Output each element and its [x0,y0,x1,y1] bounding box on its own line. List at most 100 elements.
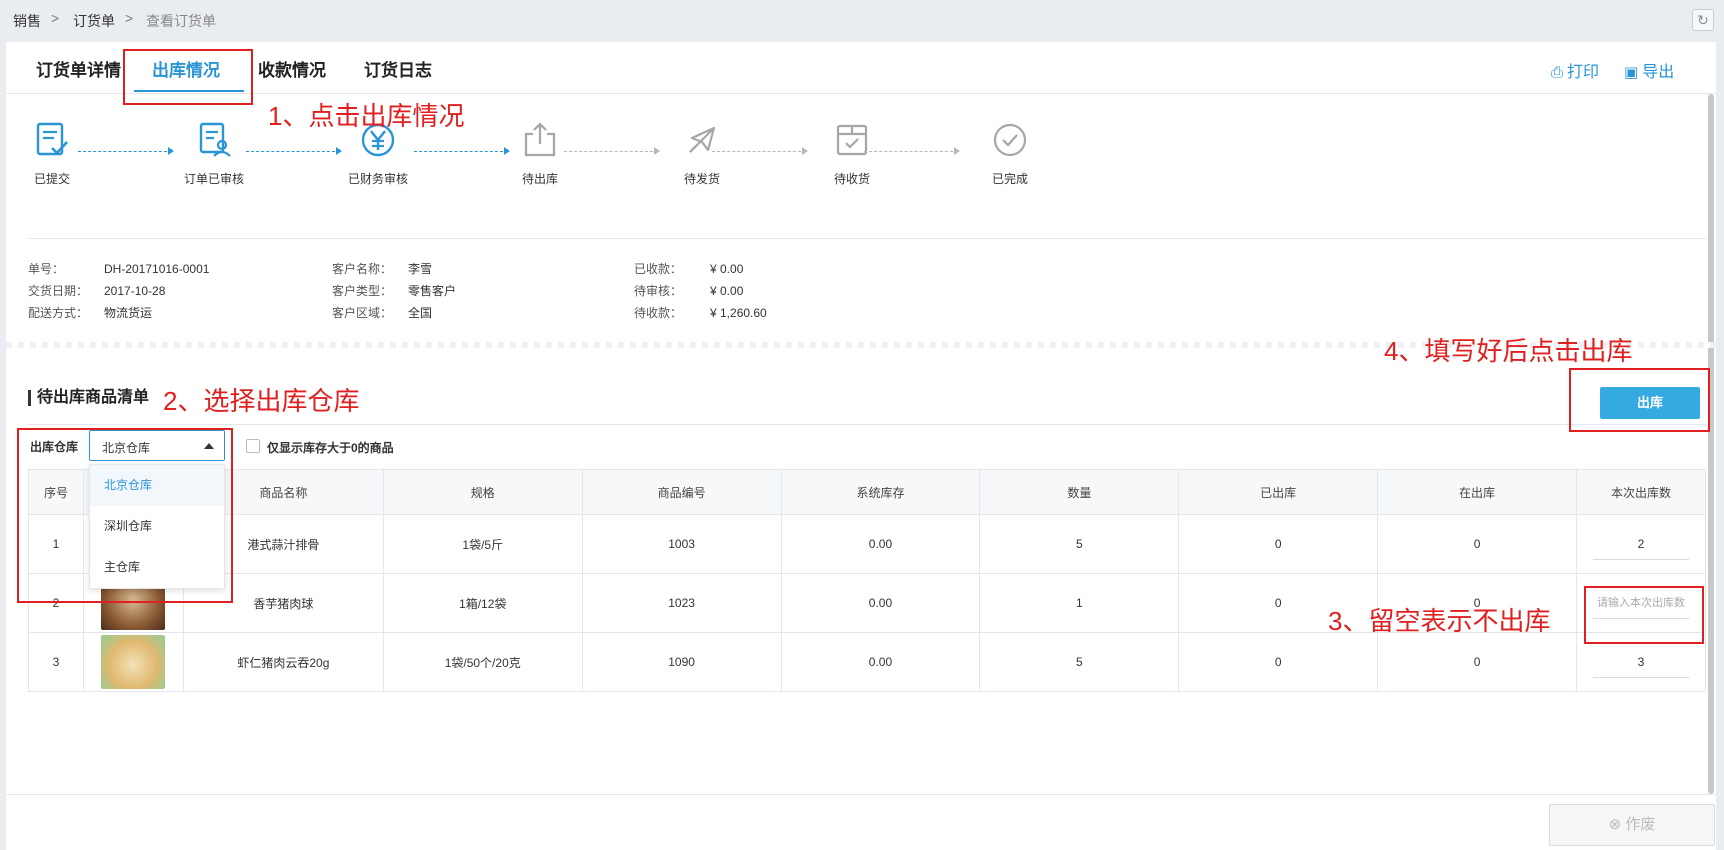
info-value: ¥ 0.00 [710,262,744,276]
breadcrumb-separator: > [51,10,60,26]
void-button[interactable]: ⊗ 作废 [1549,804,1715,846]
section-divider [28,424,1706,425]
export-icon: ▣ [1624,64,1639,81]
tab-order-details[interactable]: 订货单详情 [36,56,121,81]
in-stock-only-checkbox[interactable] [246,439,260,453]
footer-divider [6,794,1716,795]
cell-index: 3 [28,632,84,692]
info-shipping-method: 配送方式： 物流货运 [28,304,152,321]
divider [28,238,1706,239]
annotation-box-ship [1569,368,1710,432]
step-label: 订单已审核 [183,172,244,186]
annotation-step-4: 4、填写好后点击出库 [1384,336,1633,366]
step-completed: 已完成 [960,120,1060,187]
annotation-step-2: 2、选择出库仓库 [163,386,360,416]
info-label: 客户名称： [332,262,393,276]
info-value: 李雪 [408,262,433,276]
cell-shipped: 0 [1178,514,1379,574]
print-label: 打印 [1567,64,1600,81]
cell-spec: 1箱/12袋 [382,573,583,633]
void-label: 作废 [1625,816,1656,833]
col-header-qty: 数量 [979,469,1180,515]
table-row: 1 港式蒜汁排骨 1袋/5斤 1003 0.00 5 0 0 2 [28,514,1707,574]
cell-shipping: 0 [1377,632,1577,692]
share-out-icon [524,122,556,157]
cell-code: 1023 [581,573,782,633]
step-label: 待收货 [833,172,870,186]
breadcrumb-orders[interactable]: 订货单 [73,11,115,31]
cell-shipping: 0 [1377,514,1577,574]
cell-qty: 1 [979,573,1180,633]
step-label: 待出库 [521,172,558,186]
cell-code: 1003 [581,514,782,574]
step-connector [864,147,960,155]
tab-payment-status[interactable]: 收款情况 [258,56,326,81]
cell-spec: 1袋/50个/20克 [382,632,583,692]
info-label: 客户区域： [332,306,393,320]
in-stock-only-label[interactable]: 仅显示库存大于0的商品 [267,439,394,456]
info-label: 交货日期： [28,284,89,298]
step-connector [564,147,660,155]
this-qty-input[interactable]: 2 [1592,528,1689,560]
info-label: 已收款： [634,262,683,276]
topbar: 销售 > 订货单 > 查看订货单 ↻ [0,0,1724,42]
export-label: 导出 [1642,64,1675,81]
box-check-icon [836,124,868,156]
main-panel: 订货单详情 出库情况 收款情况 订货日志 ⎙ 打印 ▣ 导出 已提交 订单已审核… [6,42,1716,850]
info-customer-name: 客户名称： 李雪 [332,260,432,277]
cell-stock: 0.00 [780,573,981,633]
breadcrumb-sales[interactable]: 销售 [13,11,41,31]
info-value: ¥ 1,260.60 [710,306,767,320]
step-pending-outbound: 待出库 [490,120,590,187]
cell-this-qty: 2 [1575,514,1707,574]
info-received: 已收款： ¥ 0.00 [634,260,743,277]
annotation-step-1: 1、点击出库情况 [268,101,465,131]
product-thumbnail [101,635,166,689]
doc-user-icon [199,122,231,157]
step-label: 已完成 [991,172,1028,186]
print-button[interactable]: ⎙ 打印 [1551,58,1599,82]
printer-icon: ⎙ [1551,64,1564,81]
step-connector [712,147,808,155]
step-pending-dispatch: 待发货 [652,120,752,187]
void-icon: ⊗ [1608,816,1622,833]
info-customer-region: 客户区域： 全国 [332,304,432,321]
info-customer-type: 客户类型： 零售客户 [332,282,456,299]
outbound-items-table: 序号 商品名称 规格 商品编号 系统库存 数量 已出库 在出库 本次出库数 1 … [28,469,1707,692]
cell-code: 1090 [581,632,782,692]
info-value: 零售客户 [408,284,457,298]
section-title: 待出库商品清单 [28,390,149,406]
annotation-box-qty [1584,586,1704,644]
cell-qty: 5 [979,514,1180,574]
tab-bar: 订货单详情 出库情况 收款情况 订货日志 ⎙ 打印 ▣ 导出 [6,42,1716,94]
step-pending-receipt: 待收货 [802,120,902,187]
cell-stock: 0.00 [780,514,981,574]
cell-stock: 0.00 [780,632,981,692]
check-circle-icon [993,123,1027,157]
info-value: 物流货运 [104,306,153,320]
step-connector [78,147,174,155]
info-value: 全国 [408,306,433,320]
cell-spec: 1袋/5斤 [382,514,583,574]
tab-order-log[interactable]: 订货日志 [364,56,432,81]
step-label: 已提交 [33,172,70,186]
info-pending-review: 待审核： ¥ 0.00 [634,282,743,299]
vertical-scrollbar[interactable] [1708,94,1714,794]
info-value: DH-20171016-0001 [104,262,210,276]
col-header-stock: 系统库存 [780,469,981,515]
this-qty-input[interactable]: 3 [1592,646,1689,678]
step-connector [246,147,342,155]
cell-name: 虾仁猪肉云吞20g [182,632,384,692]
info-label: 待收款： [634,306,683,320]
export-button[interactable]: ▣ 导出 [1624,58,1674,82]
refresh-icon[interactable]: ↻ [1692,9,1714,31]
info-value: ¥ 0.00 [710,284,744,298]
cell-shipped: 0 [1178,632,1379,692]
doc-check-icon [36,122,68,156]
info-value: 2017-10-28 [104,284,166,298]
info-delivery-date: 交货日期： 2017-10-28 [28,282,165,299]
step-label: 已财务审核 [347,172,408,186]
col-header-shipping: 在出库 [1377,469,1577,515]
col-header-spec: 规格 [382,469,583,515]
plane-icon [689,126,716,153]
